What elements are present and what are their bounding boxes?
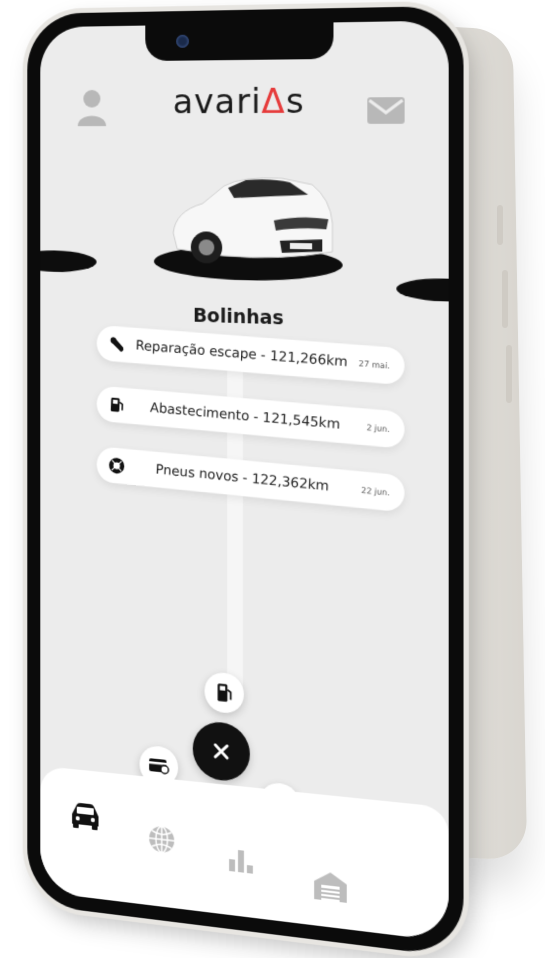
- car-icon[interactable]: [68, 798, 102, 833]
- stats-icon[interactable]: [224, 842, 260, 878]
- event-item[interactable]: Pneus novos - 122,362km 22 jun.: [96, 446, 406, 513]
- phone-side-button: [506, 345, 512, 403]
- event-title: Abastecimento - 121,545km: [149, 399, 341, 433]
- event-item[interactable]: Reparação escape - 121,266km 27 mai.: [96, 324, 406, 386]
- next-vehicle-platform[interactable]: [396, 277, 449, 303]
- fuel-pump-icon: [110, 397, 126, 414]
- logo-accent: Δ: [261, 81, 286, 122]
- previous-vehicle-platform[interactable]: [40, 249, 97, 273]
- wrench-icon: [110, 337, 124, 352]
- garage-icon[interactable]: [312, 868, 349, 905]
- logo-text-end: s: [285, 81, 305, 122]
- app-logo: avariΔs: [173, 81, 305, 122]
- user-icon[interactable]: [76, 89, 108, 127]
- event-list: Reparação escape - 121,266km 27 mai. Aba…: [96, 324, 406, 532]
- card-icon: [149, 758, 169, 775]
- logo-text: avari: [172, 81, 262, 123]
- car-image: [164, 164, 338, 264]
- event-date: 27 mai.: [358, 358, 391, 371]
- phone-side-button: [502, 270, 508, 328]
- mail-icon[interactable]: [367, 97, 405, 124]
- fuel-pump-icon: [217, 683, 234, 705]
- vehicle-carousel[interactable]: [40, 153, 449, 303]
- event-item[interactable]: Abastecimento - 121,545km 2 jun.: [96, 385, 406, 449]
- event-title: Pneus novos - 122,362km: [155, 461, 330, 495]
- tire-icon: [108, 457, 125, 475]
- camera-icon: [176, 34, 189, 48]
- notch: [145, 22, 334, 62]
- app-header: avariΔs: [40, 80, 448, 132]
- event-date: 2 jun.: [366, 422, 391, 434]
- close-menu-button[interactable]: [192, 719, 250, 784]
- bottom-navigation: [40, 765, 449, 942]
- event-date: 22 jun.: [361, 485, 391, 498]
- globe-icon[interactable]: [144, 822, 179, 858]
- close-icon: [212, 742, 230, 762]
- phone-frame: avariΔs Bolinhas Reparação escape - 121,…: [27, 5, 464, 958]
- phone-side-button: [497, 205, 503, 245]
- app-screen: avariΔs Bolinhas Reparação escape - 121,…: [40, 20, 449, 942]
- event-title: Reparação escape - 121,266km: [135, 337, 349, 371]
